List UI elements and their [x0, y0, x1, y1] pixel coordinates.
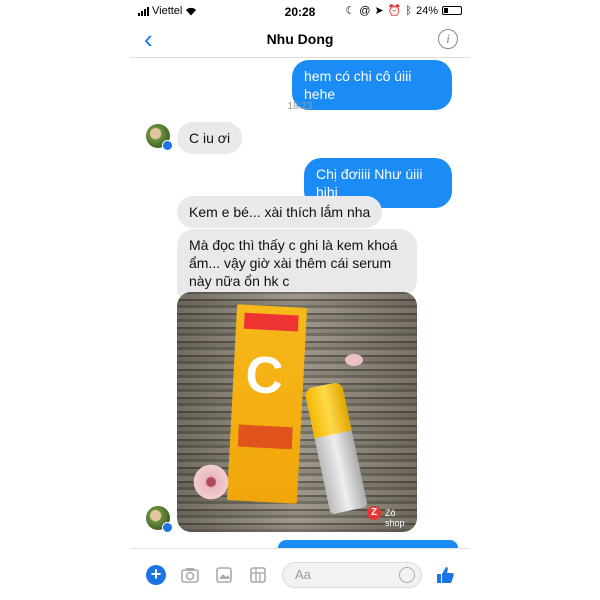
left-margin	[0, 0, 130, 600]
image-icon[interactable]	[214, 565, 234, 585]
bluetooth-icon: ᛒ	[405, 4, 412, 17]
at-icon: @	[359, 4, 371, 17]
apps-grid-icon[interactable]	[248, 565, 268, 585]
battery-percent: 24%	[415, 4, 438, 17]
message-incoming[interactable]: C iu ơi	[177, 122, 243, 154]
shop-logo-icon: Z	[367, 506, 381, 520]
message-outgoing-partial[interactable]	[278, 540, 458, 548]
petal-image	[345, 354, 363, 366]
right-margin	[470, 0, 600, 600]
flower-image	[191, 462, 231, 502]
moon-icon: ☾	[345, 5, 356, 17]
status-bar: Viettel 20:28 ☾ @ ➤ ⏰ ᛒ 24%	[130, 0, 470, 22]
emoji-icon[interactable]	[399, 567, 415, 583]
message-input[interactable]: Aa	[282, 562, 422, 588]
camera-icon[interactable]	[180, 565, 200, 585]
message-incoming[interactable]: Kem e bé... xài thích lắm nha	[177, 196, 383, 228]
message-input-placeholder: Aa	[295, 567, 311, 582]
alarm-icon: ⏰	[387, 5, 402, 17]
messenger-badge-icon	[162, 140, 173, 151]
phone-screen: Viettel 20:28 ☾ @ ➤ ⏰ ᛒ 24% ‹ Nhu Dong i…	[130, 0, 470, 600]
contact-name[interactable]: Nhu Dong	[130, 31, 470, 47]
shop-watermark: Zô shop	[385, 508, 405, 528]
plus-icon[interactable]: +	[146, 565, 166, 585]
composer-bar: + Aa	[130, 548, 470, 600]
product-box-image: C	[226, 304, 308, 504]
avatar[interactable]	[146, 506, 173, 533]
location-icon: ➤	[374, 5, 384, 17]
messenger-badge-icon	[162, 522, 173, 533]
battery-icon	[442, 6, 462, 15]
message-incoming[interactable]: Mà đọc thì thấy c ghi là kem khoá ẩm... …	[177, 229, 417, 297]
status-icons: ☾ @ ➤ ⏰ ᛒ 24%	[345, 4, 462, 17]
photo-message[interactable]: C Z Zô shop	[177, 292, 417, 532]
message-timestamp: 18:23	[287, 101, 313, 112]
info-icon[interactable]: i	[438, 29, 458, 49]
avatar[interactable]	[146, 124, 173, 151]
thumbs-up-icon[interactable]	[434, 564, 456, 586]
chat-header: ‹ Nhu Dong i	[130, 22, 470, 58]
